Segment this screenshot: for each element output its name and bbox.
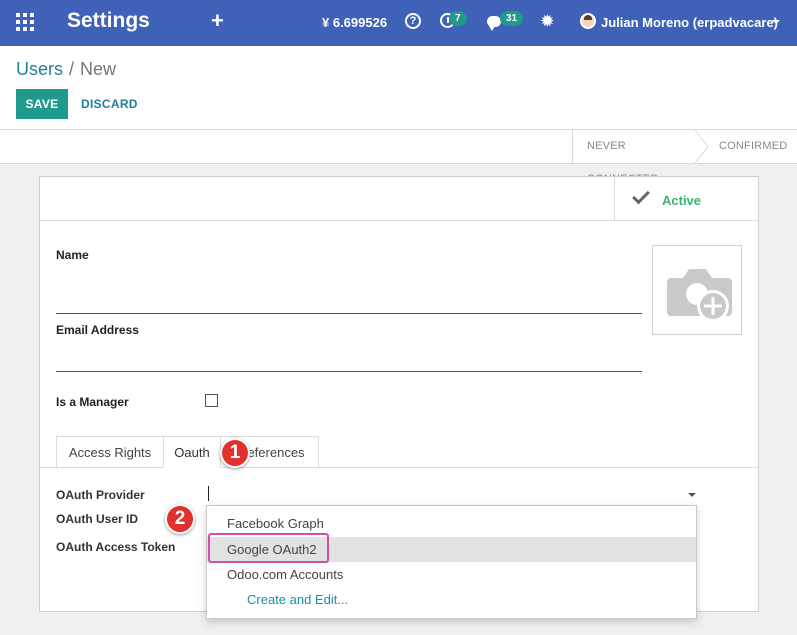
chat-icon[interactable] (487, 16, 501, 31)
balance-indicator[interactable]: ¥ 6.699526 (322, 15, 387, 30)
email-input[interactable] (56, 371, 642, 372)
create-and-edit-link[interactable]: Create and Edit... (207, 587, 696, 612)
camera-plus-icon (667, 269, 732, 322)
oauth-provider-label: OAuth Provider (56, 488, 145, 502)
status-bar: NEVER CONNECTED CONFIRMED (0, 130, 797, 185)
activity-badge: 7 (449, 11, 467, 26)
step-marker-1: 1 (220, 438, 250, 468)
oauth-user-id-label: OAuth User ID (56, 512, 139, 526)
stage-confirmed[interactable]: CONFIRMED (706, 130, 797, 163)
active-label: Active (662, 193, 702, 208)
tab-access-rights[interactable]: Access Rights (56, 436, 164, 468)
step-marker-2: 2 (165, 504, 195, 534)
breadcrumb-separator: / (69, 59, 75, 79)
oauth-provider-input[interactable] (208, 486, 209, 501)
breadcrumb-users-link[interactable]: Users (16, 59, 63, 79)
apps-grid-icon[interactable] (16, 13, 34, 31)
discard-button[interactable]: DISCARD (81, 97, 138, 111)
email-label: Email Address (56, 323, 139, 337)
highlight-google-oauth2 (208, 533, 329, 563)
save-button[interactable]: SAVE (16, 89, 68, 119)
manager-label: Is a Manager (56, 395, 129, 409)
caret-down-icon[interactable] (772, 20, 780, 24)
oauth-token-label: OAuth Access Token (56, 540, 176, 554)
button-box: Active (40, 177, 758, 221)
breadcrumb-current: New (80, 59, 117, 79)
active-toggle-button[interactable]: Active (614, 177, 758, 221)
photo-upload[interactable] (652, 245, 742, 335)
option-odoo-accounts[interactable]: Odoo.com Accounts (207, 562, 696, 587)
chat-badge: 31 (500, 11, 524, 26)
plus-icon[interactable]: + (211, 10, 224, 32)
check-icon (632, 186, 650, 205)
app-title[interactable]: Settings (67, 9, 150, 33)
user-menu[interactable]: Julian Moreno (erpadvacare) (601, 15, 778, 30)
breadcrumb: Users / New (16, 59, 116, 80)
help-icon[interactable]: ? (405, 13, 421, 29)
top-navbar: Settings + ¥ 6.699526 ? 7 31 ✹ Julian Mo… (0, 0, 797, 46)
caret-down-icon[interactable] (688, 493, 696, 497)
name-label: Name (56, 248, 89, 262)
avatar[interactable] (580, 13, 596, 29)
manager-checkbox[interactable] (205, 394, 218, 407)
stage-never-connected[interactable]: NEVER CONNECTED (572, 130, 696, 185)
tab-oauth[interactable]: Oauth (163, 436, 221, 468)
bug-icon[interactable]: ✹ (541, 12, 554, 30)
control-panel: Users / New SAVE DISCARD (0, 46, 797, 130)
name-input[interactable] (56, 313, 642, 314)
